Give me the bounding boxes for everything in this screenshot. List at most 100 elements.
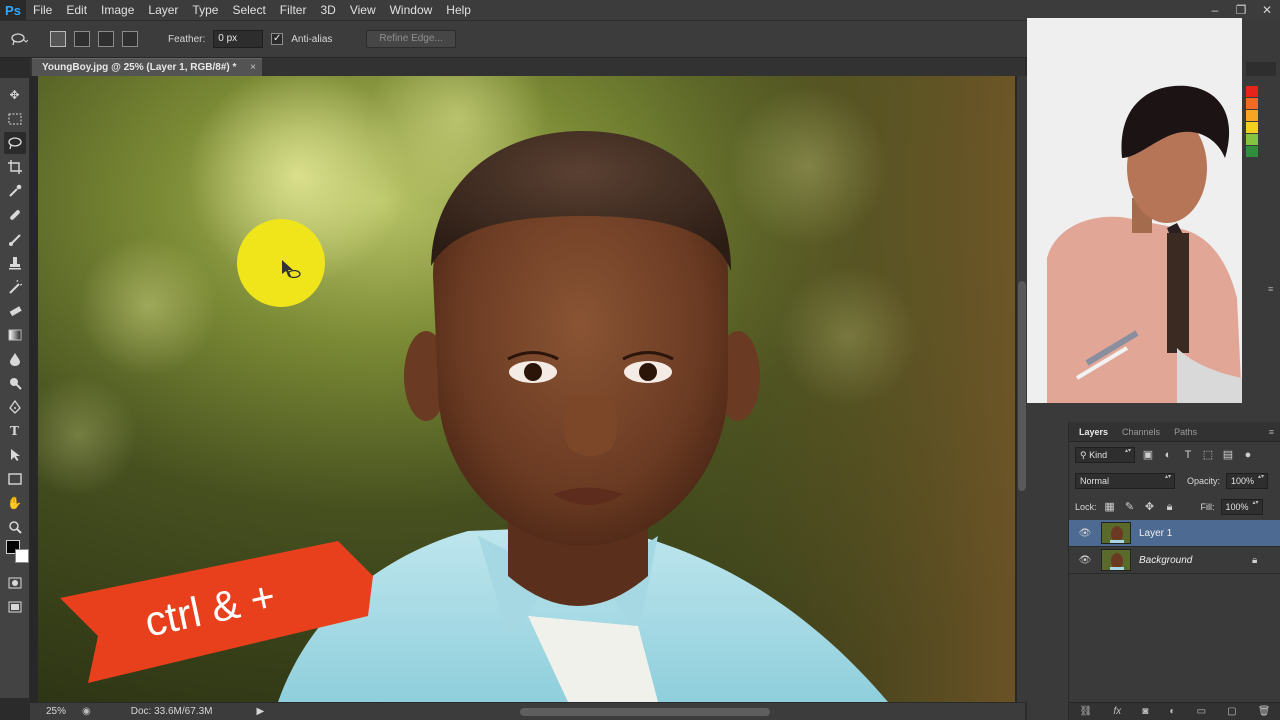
- filter-toggle-icon[interactable]: ●: [1241, 448, 1255, 462]
- blend-opacity-row: Normal Opacity: 100%: [1069, 468, 1280, 494]
- marquee-tool-icon[interactable]: [4, 108, 26, 130]
- history-brush-tool-icon[interactable]: [4, 276, 26, 298]
- add-to-selection-icon[interactable]: [74, 31, 90, 47]
- visibility-eye-icon[interactable]: 👁︎: [1077, 555, 1093, 566]
- delete-layer-icon[interactable]: 🗑︎: [1258, 706, 1271, 717]
- swatch-orange[interactable]: [1246, 98, 1258, 109]
- lasso-tool-icon[interactable]: [3, 132, 26, 154]
- swatch-dark-green[interactable]: [1246, 146, 1258, 157]
- lasso-tool-preset-icon[interactable]: [10, 30, 28, 48]
- menu-filter[interactable]: Filter: [273, 3, 314, 17]
- lock-image-icon[interactable]: ✎: [1123, 500, 1137, 514]
- crop-tool-icon[interactable]: [4, 156, 26, 178]
- refine-edge-button[interactable]: Refine Edge...: [366, 30, 456, 48]
- horizontal-scroll-thumb[interactable]: [520, 708, 770, 716]
- screen-mode-icon[interactable]: [4, 596, 26, 618]
- link-layers-icon[interactable]: ⛓︎: [1080, 706, 1093, 717]
- adjustment-layer-icon[interactable]: ◐: [1169, 706, 1175, 717]
- document-tab[interactable]: YoungBoy.jpg @ 25% (Layer 1, RGB/8#) * ×: [32, 58, 262, 76]
- add-mask-icon[interactable]: ◙: [1142, 706, 1148, 717]
- lock-transparent-icon[interactable]: ▦: [1103, 500, 1117, 514]
- eraser-tool-icon[interactable]: [4, 300, 26, 322]
- layer-thumbnail: [1101, 549, 1131, 571]
- panel-menu-icon[interactable]: ≡: [1268, 284, 1278, 294]
- eyedropper-tool-icon[interactable]: [4, 180, 26, 202]
- layer-name: Background: [1139, 554, 1193, 566]
- visibility-eye-icon[interactable]: 👁︎: [1077, 528, 1093, 539]
- menu-type[interactable]: Type: [185, 3, 225, 17]
- menu-window[interactable]: Window: [383, 3, 440, 17]
- filter-smart-object-icon[interactable]: ▤: [1221, 448, 1235, 462]
- close-document-icon[interactable]: ×: [250, 59, 256, 77]
- layers-panel-menu-icon[interactable]: ≡: [1269, 427, 1274, 437]
- tab-paths[interactable]: Paths: [1170, 427, 1201, 437]
- document-canvas[interactable]: ctrl & +: [30, 76, 1017, 702]
- zoom-level[interactable]: 25%: [46, 706, 66, 717]
- opacity-input[interactable]: 100%: [1226, 473, 1269, 489]
- dodge-tool-icon[interactable]: [4, 372, 26, 394]
- fill-input[interactable]: 100%: [1220, 499, 1263, 515]
- photoshop-logo: Ps: [0, 0, 26, 20]
- filter-pixel-icon[interactable]: ▣: [1141, 448, 1155, 462]
- menu-help[interactable]: Help: [439, 3, 478, 17]
- brush-tool-icon[interactable]: [4, 228, 26, 250]
- filter-type-icon[interactable]: T: [1181, 448, 1195, 462]
- zoom-tool-icon[interactable]: [4, 516, 26, 538]
- path-selection-tool-icon[interactable]: [4, 444, 26, 466]
- gradient-tool-icon[interactable]: [4, 324, 26, 346]
- layers-panel-footer: ⛓︎ fx ◙ ◐ ▭ ▢ 🗑︎: [1069, 702, 1280, 720]
- menu-view[interactable]: View: [343, 3, 383, 17]
- rectangle-tool-icon[interactable]: [4, 468, 26, 490]
- filter-adjustment-icon[interactable]: ◐: [1161, 448, 1175, 462]
- layer-style-icon[interactable]: fx: [1113, 706, 1121, 717]
- menu-3d[interactable]: 3D: [313, 3, 342, 17]
- menu-image[interactable]: Image: [94, 3, 141, 17]
- move-tool-icon[interactable]: ✥: [4, 84, 26, 106]
- antialias-checkbox[interactable]: ✓: [271, 33, 284, 45]
- cursor-highlight-circle: [237, 219, 325, 307]
- healing-brush-tool-icon[interactable]: [4, 204, 26, 226]
- tab-layers[interactable]: Layers: [1075, 427, 1112, 437]
- menu-edit[interactable]: Edit: [59, 3, 94, 17]
- restore-button[interactable]: ❐: [1228, 0, 1254, 20]
- lock-label: Lock:: [1075, 502, 1097, 512]
- blur-tool-icon[interactable]: [4, 348, 26, 370]
- close-button[interactable]: ✕: [1254, 0, 1280, 20]
- layer-filter-kind-select[interactable]: ⚲ Kind: [1075, 447, 1135, 463]
- swatch-amber[interactable]: [1246, 110, 1258, 121]
- filter-shape-icon[interactable]: ⬚: [1201, 448, 1215, 462]
- lock-position-icon[interactable]: ✥: [1143, 500, 1157, 514]
- swatch-red[interactable]: [1246, 86, 1258, 97]
- background-color-swatch[interactable]: [14, 549, 29, 563]
- color-swatches[interactable]: [4, 540, 29, 570]
- status-info-icon[interactable]: ◉: [82, 706, 91, 717]
- quick-mask-icon[interactable]: [4, 572, 26, 594]
- tab-channels[interactable]: Channels: [1118, 427, 1164, 437]
- intersect-selection-icon[interactable]: [122, 31, 138, 47]
- type-tool-icon[interactable]: T: [4, 420, 26, 442]
- menu-bar: Ps File Edit Image Layer Type Select Fil…: [0, 0, 1280, 20]
- layers-panel-tabs: Layers Channels Paths ≡: [1069, 422, 1280, 442]
- swatch-green[interactable]: [1246, 134, 1258, 145]
- new-selection-icon[interactable]: [50, 31, 66, 47]
- blend-mode-select[interactable]: Normal: [1075, 473, 1175, 489]
- layer-row-layer-1[interactable]: 👁︎ Layer 1: [1069, 520, 1280, 547]
- status-menu-arrow-icon[interactable]: ▶: [256, 706, 264, 717]
- foreground-color-swatch[interactable]: [5, 540, 29, 563]
- menu-layer[interactable]: Layer: [141, 3, 185, 17]
- clone-stamp-tool-icon[interactable]: [4, 252, 26, 274]
- hand-tool-icon[interactable]: ✋: [4, 492, 26, 514]
- new-layer-icon[interactable]: ▢: [1227, 706, 1236, 717]
- lock-all-icon[interactable]: 🔒︎: [1163, 500, 1177, 514]
- feather-input[interactable]: 0 px: [213, 30, 264, 48]
- menu-select[interactable]: Select: [225, 3, 272, 17]
- vertical-scrollbar[interactable]: [1017, 76, 1027, 702]
- swatch-yellow[interactable]: [1246, 122, 1258, 133]
- subtract-from-selection-icon[interactable]: [98, 31, 114, 47]
- minimize-button[interactable]: –: [1202, 0, 1228, 20]
- pen-tool-icon[interactable]: [4, 396, 26, 418]
- vertical-scroll-thumb[interactable]: [1018, 281, 1026, 491]
- new-group-icon[interactable]: ▭: [1197, 706, 1206, 717]
- menu-file[interactable]: File: [26, 3, 59, 17]
- layer-row-background[interactable]: 👁︎ Background 🔒︎: [1069, 547, 1280, 574]
